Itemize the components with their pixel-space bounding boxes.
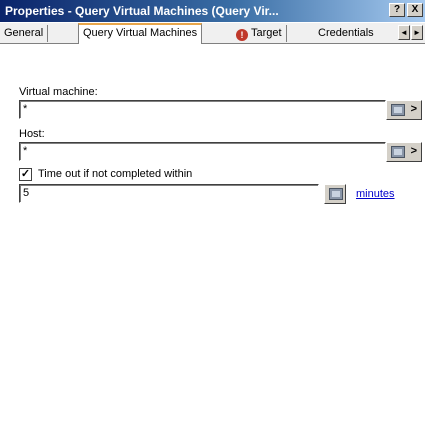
virtual-machine-browse-button[interactable]: > — [386, 100, 422, 120]
window-title: Properties - Query Virtual Machines (Que… — [5, 4, 279, 18]
browse-icon — [391, 104, 405, 116]
tab-strip: General Query Virtual Machines ! Target C… — [0, 23, 425, 44]
minutes-link[interactable]: minutes — [356, 188, 395, 200]
timeout-value-input[interactable]: 5 — [19, 184, 319, 203]
virtual-machine-input[interactable]: * — [19, 100, 386, 119]
host-input[interactable]: * — [19, 142, 386, 161]
host-label: Host: — [19, 128, 45, 140]
arrow-label: > — [410, 145, 417, 157]
tab-general[interactable]: General — [0, 25, 49, 42]
help-button[interactable]: ? — [389, 3, 405, 17]
browse-icon — [329, 188, 343, 200]
virtual-machine-label: Virtual machine: — [19, 86, 98, 98]
browse-icon — [391, 146, 405, 158]
tab-scroll-right-button[interactable]: ► — [411, 25, 423, 40]
tab-scroll-left-button[interactable]: ◄ — [398, 25, 410, 40]
arrow-label: > — [410, 103, 417, 115]
warning-icon: ! — [236, 29, 248, 41]
close-button[interactable]: X — [407, 3, 423, 17]
tab-target[interactable]: ! Target — [232, 25, 287, 42]
title-bar: Properties - Query Virtual Machines (Que… — [0, 0, 425, 22]
timeout-checkbox[interactable]: ✓ — [19, 168, 32, 181]
tab-query-virtual-machines[interactable]: Query Virtual Machines — [78, 23, 203, 44]
timeout-browse-button[interactable] — [324, 184, 346, 204]
tab-credentials[interactable]: Credentials — [314, 25, 378, 42]
host-browse-button[interactable]: > — [386, 142, 422, 162]
timeout-label: Time out if not completed within — [38, 168, 193, 180]
